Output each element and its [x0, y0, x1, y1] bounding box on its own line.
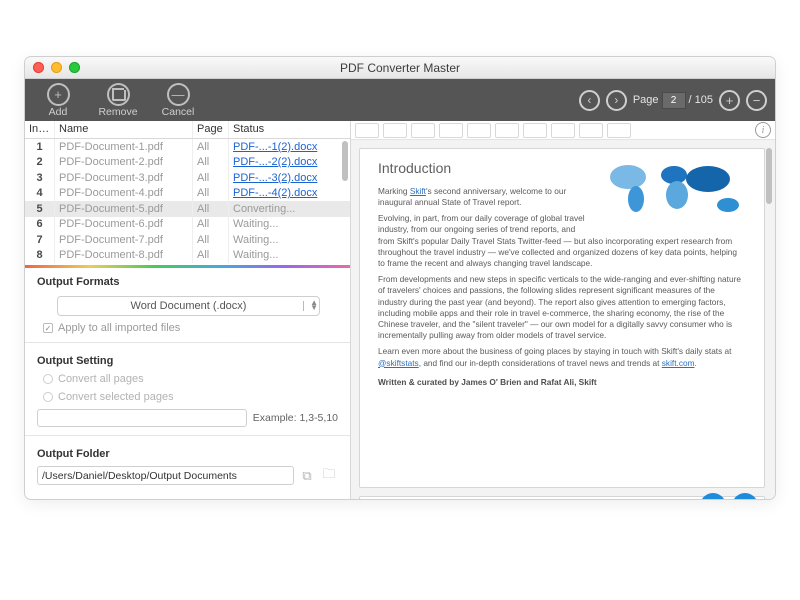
table-row[interactable]: 5PDF-Document-5.pdfAllConverting...	[25, 201, 350, 217]
status-text: Waiting...	[229, 247, 350, 263]
chevron-left-icon: ‹	[587, 93, 591, 107]
output-formats-title: Output Formats	[37, 276, 338, 288]
radio-icon	[43, 392, 53, 402]
radio-icon	[43, 374, 53, 384]
titlebar: PDF Converter Master	[25, 57, 775, 79]
preview-panel: i Introduction	[351, 121, 775, 499]
status-link[interactable]: PDF-...-2(2).docx	[229, 154, 350, 170]
table-row[interactable]: 8PDF-Document-8.pdfAllWaiting...	[25, 248, 350, 264]
remove-label: Remove	[98, 106, 137, 118]
page-display: Page 2 / 105	[633, 92, 713, 109]
cancel-label: Cancel	[162, 106, 195, 118]
info-button[interactable]: i	[755, 122, 771, 138]
output-format-value: Word Document (.docx)	[131, 300, 247, 312]
table-row[interactable]: 3PDF-Document-3.pdfAllPDF-...-3(2).docx	[25, 170, 350, 186]
preview-paragraph: Learn even more about the business of go…	[378, 346, 746, 368]
page-input[interactable]: 2	[662, 92, 686, 109]
status-text: Waiting...	[229, 216, 350, 232]
file-table-body: 1PDF-Document-1.pdfAllPDF-...-1(2).docx2…	[25, 139, 350, 265]
layout-mode-button[interactable]	[411, 123, 435, 138]
output-setting-title: Output Setting	[37, 355, 338, 367]
layout-mode-button[interactable]	[439, 123, 463, 138]
col-name[interactable]: Name	[55, 121, 193, 138]
layout-mode-button[interactable]	[495, 123, 519, 138]
layout-mode-button[interactable]	[383, 123, 407, 138]
table-row[interactable]: 6PDF-Document-6.pdfAllWaiting...	[25, 217, 350, 233]
link-skiftstats[interactable]: @skiftstats	[378, 358, 419, 368]
status-text: Converting...	[229, 201, 350, 217]
app-window: PDF Converter Master + Add Remove — Canc…	[24, 56, 776, 500]
output-folder-title: Output Folder	[37, 448, 338, 460]
page-range-input[interactable]	[37, 409, 247, 427]
main-toolbar: + Add Remove — Cancel ‹ › Page 2 / 105 +…	[25, 79, 775, 121]
preview-page: Introduction Marking Skift's second anni…	[359, 148, 765, 488]
preview-byline: Written & curated by James O' Brien and …	[378, 377, 746, 388]
convert-all-label: Convert all pages	[58, 373, 144, 385]
settings-panel: Output Formats Word Document (.docx) ▲▼ …	[25, 268, 350, 499]
table-row[interactable]: 2PDF-Document-2.pdfAllPDF-...-2(2).docx	[25, 155, 350, 171]
table-row[interactable]: 4PDF-Document-4.pdfAllPDF-...-4(2).docx	[25, 186, 350, 202]
left-panel: Index Name Page Status 1PDF-Document-1.p…	[25, 121, 351, 499]
page-label: Page	[633, 94, 659, 106]
layout-mode-button[interactable]	[355, 123, 379, 138]
status-link[interactable]: PDF-...-3(2).docx	[229, 170, 350, 186]
folder-icon: 🗀	[322, 465, 335, 487]
next-page-button[interactable]: ›	[606, 90, 627, 111]
layout-mode-button[interactable]	[551, 123, 575, 138]
page-total: / 105	[689, 94, 713, 106]
apply-all-checkbox[interactable]: ✓ Apply to all imported files	[43, 322, 338, 334]
checkbox-icon: ✓	[43, 323, 53, 333]
window-close-button[interactable]	[33, 62, 44, 73]
chevron-updown-icon: ▲▼	[310, 300, 318, 310]
chevron-right-icon: ›	[614, 93, 618, 107]
col-page[interactable]: Page	[193, 121, 229, 138]
status-text: Waiting...	[229, 232, 350, 248]
window-zoom-button[interactable]	[69, 62, 80, 73]
scrollbar[interactable]	[766, 148, 772, 204]
plus-icon: +	[47, 83, 70, 106]
convert-selected-label: Convert selected pages	[58, 391, 174, 403]
preview-viewport[interactable]: Introduction Marking Skift's second anni…	[351, 140, 775, 499]
cancel-icon: —	[167, 83, 190, 106]
folder-open-icon: ⧉	[302, 468, 311, 484]
table-row[interactable]: 1PDF-Document-1.pdfAllPDF-...-1(2).docx	[25, 139, 350, 155]
scrollbar[interactable]	[342, 141, 348, 181]
page-range-example: Example: 1,3-5,10	[253, 412, 338, 424]
layout-mode-button[interactable]	[467, 123, 491, 138]
layout-mode-button[interactable]	[579, 123, 603, 138]
link-skiftcom[interactable]: skift.com	[662, 358, 695, 368]
convert-selected-radio[interactable]: Convert selected pages	[43, 391, 338, 403]
layout-mode-button[interactable]	[607, 123, 631, 138]
col-index[interactable]: Index	[25, 121, 55, 138]
status-link[interactable]: PDF-...-1(2).docx	[229, 139, 350, 155]
zoom-out-button[interactable]: −	[746, 90, 767, 111]
reveal-folder-button[interactable]: ⧉	[298, 467, 316, 485]
zoom-in-button[interactable]: +	[719, 90, 740, 111]
choose-folder-button[interactable]: 🗀	[320, 467, 338, 485]
output-folder-input[interactable]	[37, 466, 294, 485]
preview-toolbar: i	[351, 121, 775, 140]
decorative-circle	[732, 493, 758, 499]
table-row[interactable]: 7PDF-Document-7.pdfAllWaiting...	[25, 232, 350, 248]
apply-all-label: Apply to all imported files	[58, 322, 180, 334]
add-button[interactable]: + Add	[31, 83, 85, 118]
status-link[interactable]: PDF-...-4(2).docx	[229, 185, 350, 201]
window-title: PDF Converter Master	[25, 61, 775, 75]
preview-page	[359, 496, 765, 499]
trash-icon	[107, 83, 130, 106]
remove-button[interactable]: Remove	[91, 83, 145, 118]
decorative-circle	[700, 493, 726, 499]
convert-all-radio[interactable]: Convert all pages	[43, 373, 338, 385]
file-table-header: Index Name Page Status	[25, 121, 350, 139]
preview-paragraph: From developments and new steps in speci…	[378, 274, 746, 341]
link-skift[interactable]: Skift	[410, 186, 426, 196]
col-status[interactable]: Status	[229, 121, 350, 138]
add-label: Add	[49, 106, 68, 118]
layout-mode-button[interactable]	[523, 123, 547, 138]
prev-page-button[interactable]: ‹	[579, 90, 600, 111]
world-map-graphic	[600, 155, 750, 225]
window-minimize-button[interactable]	[51, 62, 62, 73]
cancel-button[interactable]: — Cancel	[151, 83, 205, 118]
output-format-select[interactable]: Word Document (.docx) ▲▼	[57, 296, 320, 316]
